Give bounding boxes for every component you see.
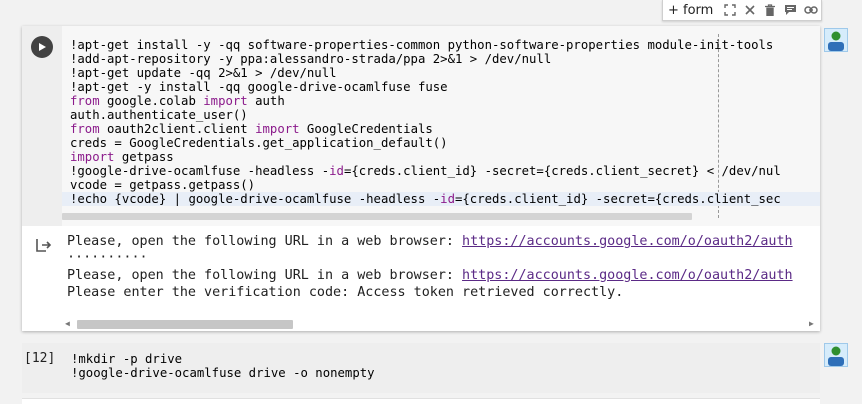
next-cell-edge — [22, 398, 820, 404]
code-horizontal-scrollbar[interactable] — [62, 213, 692, 220]
output-redirect-icon[interactable] — [34, 236, 52, 254]
close-icon[interactable] — [740, 0, 760, 20]
code-editor[interactable]: !apt-get install -y -qq software-propert… — [62, 26, 820, 226]
code-line: from oauth2client.client import GoogleCr… — [70, 122, 433, 136]
scrollbar-thumb[interactable] — [77, 320, 293, 329]
cell-output: Please, open the following URL in a web … — [22, 226, 820, 331]
code-line: auth.authenticate_user() — [70, 108, 248, 122]
code-cell-1[interactable]: !apt-get install -y -qq software-propert… — [22, 26, 820, 331]
play-icon — [39, 43, 46, 51]
run-cell-button[interactable] — [31, 36, 53, 58]
code-line: import getpass — [70, 150, 174, 164]
user-avatar[interactable] — [824, 28, 848, 52]
execution-count: [12] — [24, 351, 56, 366]
code-line: !google-drive-ocamlfuse drive -o nonempt… — [71, 366, 375, 380]
cell-toolbar: + form — [662, 0, 822, 21]
code-line-active: !echo {vcode} | google-drive-ocamlfuse -… — [62, 192, 820, 206]
comment-icon[interactable] — [780, 0, 800, 20]
code-cell-2[interactable]: [12] !mkdir -p drive !google-drive-ocaml… — [22, 343, 820, 393]
column-ruler — [718, 34, 719, 218]
output-text: Please, open the following URL in a web … — [67, 268, 463, 283]
code-line: from google.colab import auth — [70, 94, 285, 108]
expand-icon[interactable] — [719, 0, 739, 20]
user-avatar[interactable] — [824, 343, 848, 367]
avatar-icon — [828, 31, 844, 51]
output-line: ·········· — [67, 250, 148, 265]
code-line: !apt-get install -y -qq software-propert… — [70, 38, 774, 52]
scroll-right-arrow-icon[interactable]: ▶ — [809, 320, 817, 328]
link-icon[interactable] — [801, 0, 821, 20]
scroll-left-arrow-icon[interactable]: ◀ — [65, 320, 73, 328]
code-line: !google-drive-ocamlfuse -headless -id={c… — [70, 164, 781, 178]
output-line: Please, open the following URL in a web … — [67, 233, 793, 250]
output-line: Please enter the verification code: Acce… — [67, 285, 624, 300]
code-line: vcode = getpass.getpass() — [70, 178, 256, 192]
avatar-icon — [828, 346, 844, 366]
oauth-url-link[interactable]: https://accounts.google.com/o/oauth2/aut… — [462, 268, 793, 283]
add-form-button[interactable]: + form — [663, 3, 719, 18]
code-line: !mkdir -p drive — [71, 352, 183, 366]
cell-gutter — [22, 26, 62, 226]
code-line: creds = GoogleCredentials.get_applicatio… — [70, 136, 448, 150]
output-line: Please, open the following URL in a web … — [67, 267, 793, 284]
code-line: !add-apt-repository -y ppa:alessandro-st… — [70, 52, 552, 66]
oauth-url-link[interactable]: https://accounts.google.com/o/oauth2/aut… — [462, 234, 793, 249]
trash-icon[interactable] — [760, 0, 780, 20]
code-line: !apt-get update -qq 2>&1 > /dev/null — [70, 66, 337, 80]
output-horizontal-scrollbar[interactable]: ◀ ▶ — [62, 318, 820, 330]
code-line: !apt-get -y install -qq google-drive-oca… — [70, 80, 448, 94]
output-text: Please, open the following URL in a web … — [67, 234, 463, 249]
